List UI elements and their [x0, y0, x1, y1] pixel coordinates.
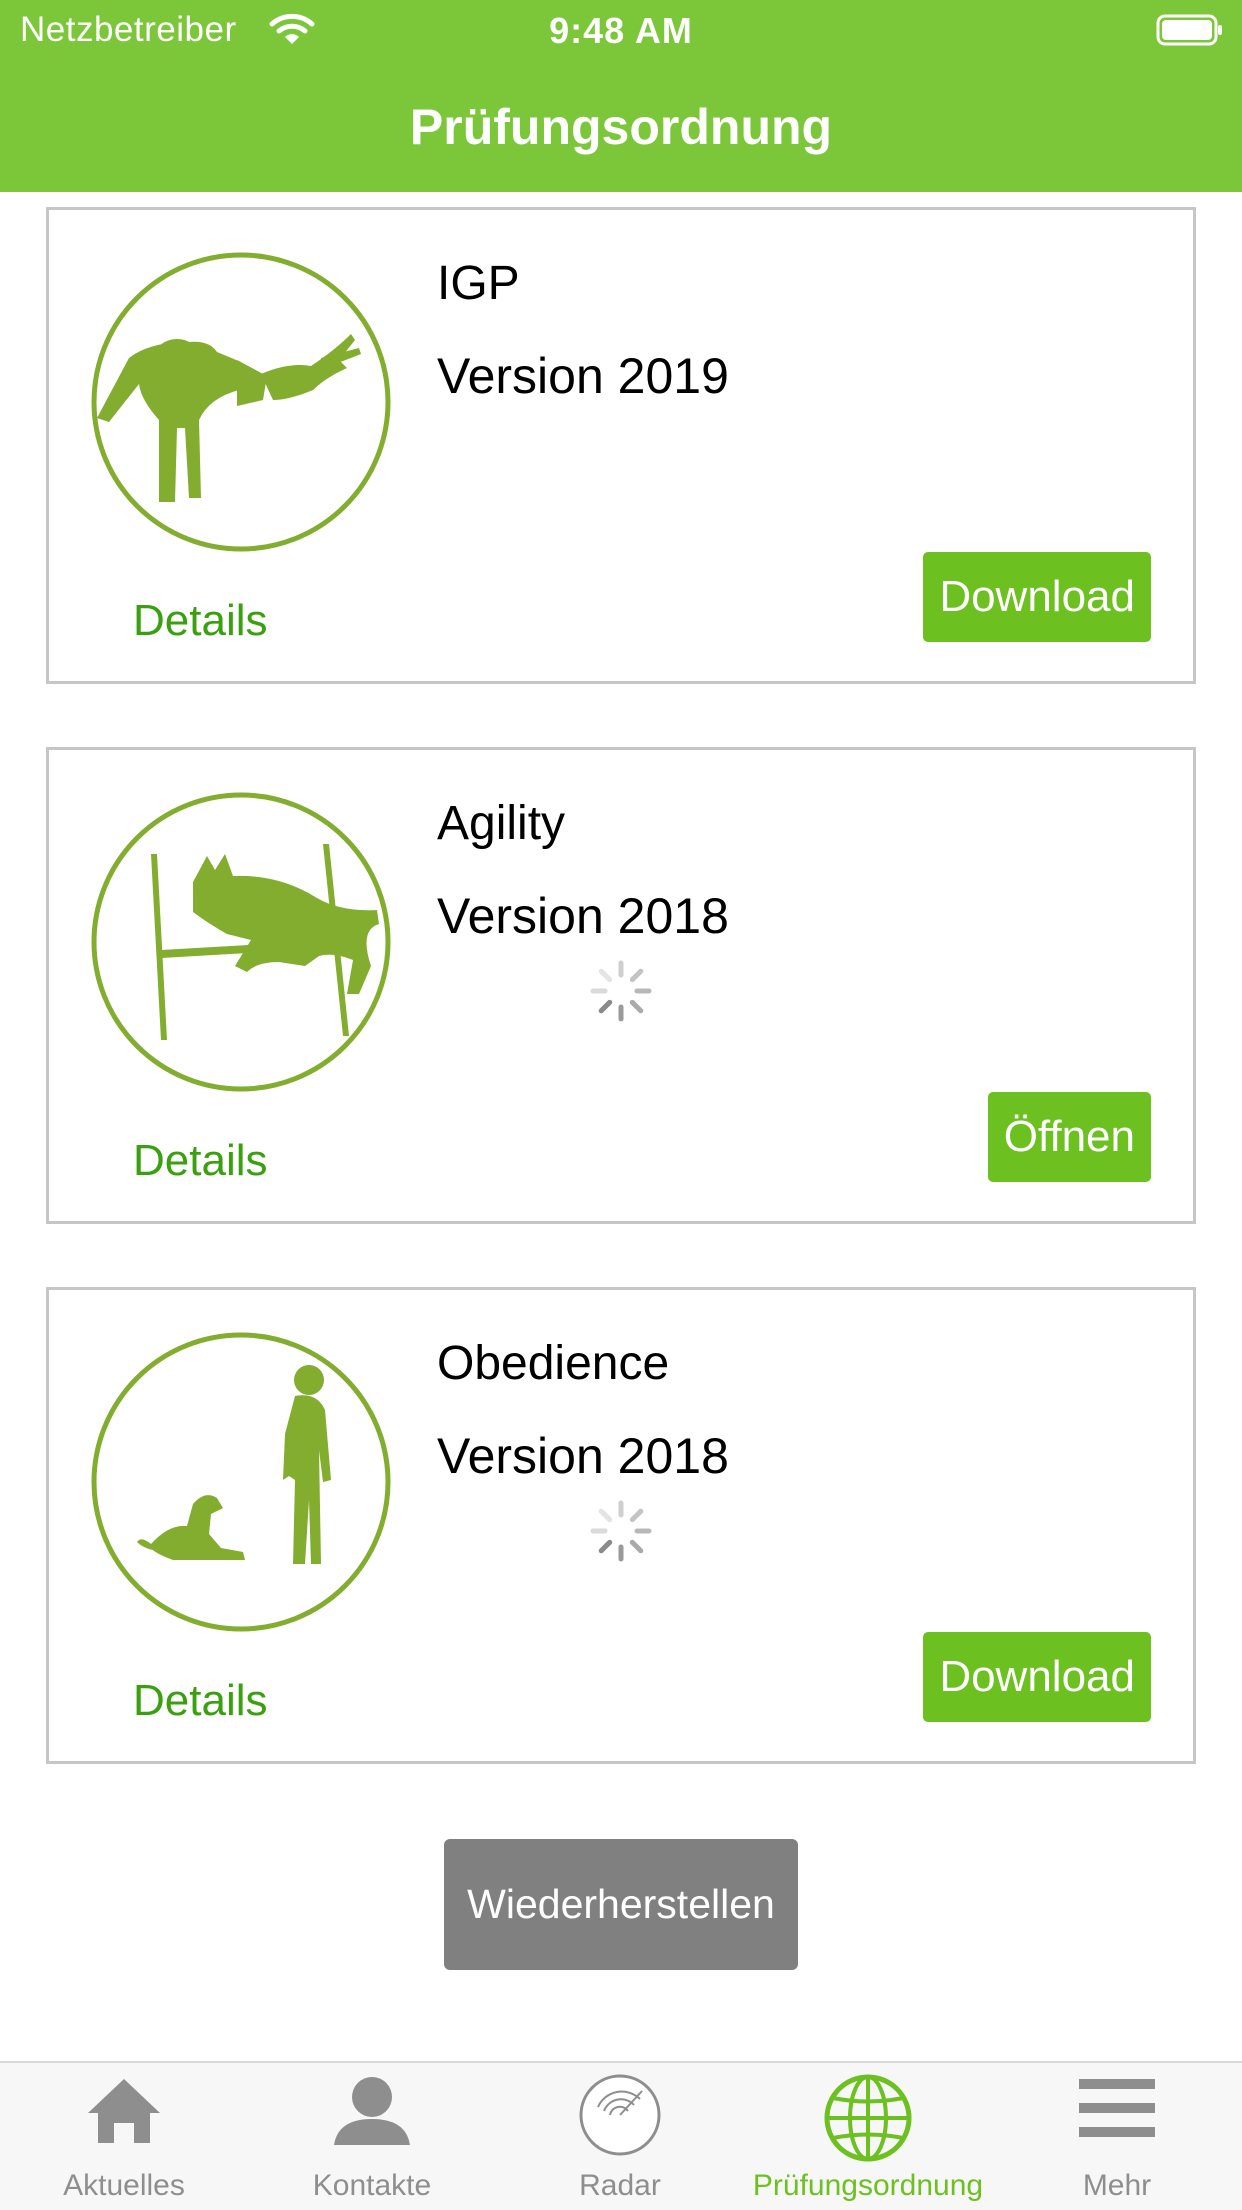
details-link[interactable]: Details [133, 596, 268, 646]
open-button[interactable]: Öffnen [987, 1092, 1151, 1182]
menu-icon [1079, 2079, 1155, 2137]
battery-icon [1156, 14, 1222, 46]
download-button[interactable]: Download [923, 552, 1151, 642]
card-title: IGP [437, 257, 520, 310]
tab-radar[interactable]: Radar [496, 2063, 744, 2210]
globe-icon [824, 2074, 912, 2162]
tab-label: Mehr [1082, 2169, 1152, 2202]
radar-icon [579, 2074, 661, 2156]
tab-label: Aktuelles [63, 2169, 185, 2202]
clock: 9:48 AM [549, 10, 693, 51]
restore-button[interactable]: Wiederherstellen [444, 1839, 798, 1970]
card-version: Version 2018 [437, 1428, 729, 1484]
obedience-icon [91, 1332, 391, 1632]
page-title: Prüfungsordnung [409, 99, 833, 155]
status-bar: Netzbetreiber 9:48 AM [0, 0, 1242, 62]
card-title: Obedience [437, 1337, 670, 1390]
tab-label: Radar [579, 2169, 661, 2202]
regulation-card-agility: Agility Version 2018 Details Öffnen [46, 747, 1196, 1224]
tab-bar: Aktuelles Kontakte Radar Prüfungsordnung [0, 2061, 1242, 2210]
loading-spinner-icon [590, 960, 652, 1022]
tab-kontakte[interactable]: Kontakte [248, 2063, 496, 2210]
tab-aktuelles[interactable]: Aktuelles [0, 2063, 248, 2210]
download-button[interactable]: Download [923, 1632, 1151, 1722]
home-icon [88, 2079, 160, 2143]
card-title: Agility [437, 797, 566, 850]
regulation-card-obedience: Obedience Version 2018 Details Download [46, 1287, 1196, 1764]
app-header: Netzbetreiber 9:48 AM Prüfungsordnung [0, 0, 1242, 192]
tab-label: Prüfungsordnung [752, 2169, 984, 2202]
tab-mehr[interactable]: Mehr [992, 2063, 1242, 2210]
details-link[interactable]: Details [133, 1136, 268, 1186]
card-version: Version 2019 [437, 348, 729, 404]
tab-label: Kontakte [312, 2169, 432, 2202]
details-link[interactable]: Details [133, 1676, 268, 1726]
agility-jump-icon [91, 792, 391, 1092]
person-icon [334, 2077, 410, 2145]
regulation-card-igp: IGP Version 2019 Details Download [46, 207, 1196, 684]
igp-bitework-icon [91, 252, 391, 552]
loading-spinner-icon [590, 1500, 652, 1562]
tab-pruefungsordnung[interactable]: Prüfungsordnung [744, 2063, 992, 2210]
card-version: Version 2018 [437, 888, 729, 944]
